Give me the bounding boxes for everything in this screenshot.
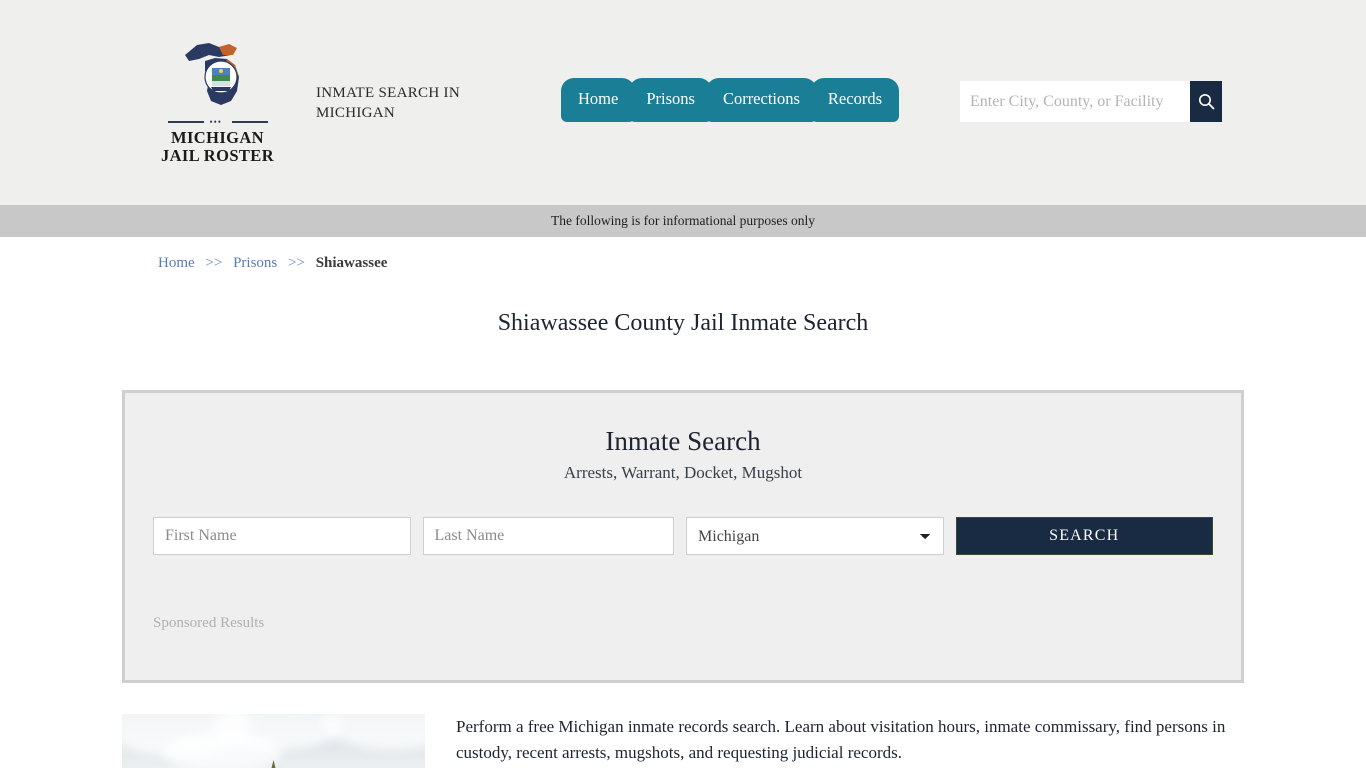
article-section: Perform a free Michigan inmate records s… [122, 714, 1244, 768]
state-select[interactable]: Michigan [686, 517, 944, 555]
header-search-box [960, 81, 1222, 122]
panel-subheading: Arrests, Warrant, Docket, Mugshot [563, 463, 803, 482]
nav-item-prisons[interactable]: Prisons [629, 78, 712, 122]
breadcrumb-item-current: Shiawassee [315, 255, 388, 271]
inmate-search-form: Michigan SEARCH [125, 517, 1241, 555]
logo-text-line2: JAIL ROSTER [160, 146, 275, 165]
inmate-search-panel: Inmate Search Arrests, Warrant, Docket, … [122, 390, 1244, 683]
page-title: Shiawassee County Jail Inmate Search [497, 310, 869, 336]
site-tagline: INMATE SEARCH IN MICHIGAN [316, 85, 460, 121]
first-name-input[interactable] [153, 517, 411, 555]
informational-bar-text: The following is for informational purpo… [551, 213, 815, 228]
breadcrumb-separator: >> [205, 255, 223, 271]
site-header: ••• MICHIGAN JAIL ROSTER INMATE SEARCH I… [0, 0, 1366, 205]
nav-item-corrections[interactable]: Corrections [705, 78, 817, 122]
header-search-button[interactable] [1190, 81, 1222, 122]
nav-item-home[interactable]: Home [561, 78, 636, 122]
breadcrumb: Home >> Prisons >> Shiawassee [0, 237, 1366, 272]
michigan-state-seal-icon [175, 33, 261, 115]
site-logo[interactable]: ••• MICHIGAN JAIL ROSTER [160, 33, 275, 165]
panel-heading: Inmate Search [605, 426, 761, 456]
informational-bar: The following is for informational purpo… [0, 205, 1366, 237]
nav-item-records[interactable]: Records [810, 78, 899, 122]
search-button[interactable]: SEARCH [955, 517, 1213, 555]
logo-text-line1: MICHIGAN [170, 128, 265, 147]
breadcrumb-item-prisons[interactable]: Prisons [233, 255, 277, 271]
page-content: Home >> Prisons >> Shiawassee Shiawassee… [0, 237, 1366, 768]
county-jail-photo [122, 714, 425, 768]
logo-divider: ••• [167, 118, 268, 127]
breadcrumb-item-home[interactable]: Home [158, 255, 195, 271]
breadcrumb-separator: >> [288, 255, 305, 271]
header-search-input[interactable] [960, 81, 1190, 122]
sponsored-results-label: Sponsored Results [153, 615, 265, 631]
article-body: Perform a free Michigan inmate records s… [456, 717, 1226, 762]
main-navigation: Home Prisons Corrections Records [561, 78, 899, 125]
search-icon [1198, 94, 1214, 110]
last-name-input[interactable] [422, 517, 675, 555]
